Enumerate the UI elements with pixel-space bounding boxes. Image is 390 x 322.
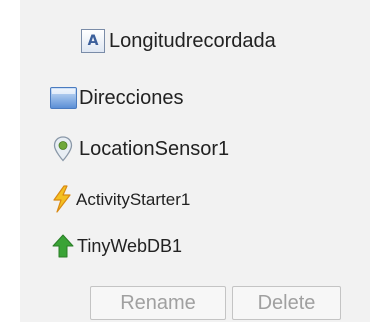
tree-item-label: LocationSensor1 bbox=[79, 138, 230, 160]
tree-item-tinywebdb1[interactable]: TinyWebDB1 bbox=[52, 234, 182, 258]
delete-button[interactable]: Delete bbox=[232, 286, 341, 320]
tree-item-longitudrecordada[interactable]: A Longitudrecordada bbox=[81, 29, 276, 53]
arrangement-icon bbox=[50, 87, 77, 109]
rename-button[interactable]: Rename bbox=[90, 286, 226, 320]
tree-item-label: ActivityStarter1 bbox=[76, 189, 191, 209]
tree-item-locationsensor1[interactable]: LocationSensor1 bbox=[53, 136, 229, 162]
lightning-bolt-icon bbox=[51, 185, 73, 213]
tree-item-label: Direcciones bbox=[79, 87, 184, 109]
tree-item-label: TinyWebDB1 bbox=[77, 236, 183, 256]
tree-item-direcciones[interactable]: Direcciones bbox=[50, 87, 183, 109]
tree-item-label: Longitudrecordada bbox=[109, 30, 276, 52]
green-up-arrow-icon bbox=[52, 234, 74, 258]
location-pin-icon bbox=[53, 136, 73, 162]
components-panel: A Longitudrecordada Direcciones Location… bbox=[20, 0, 370, 322]
label-icon: A bbox=[81, 29, 105, 53]
tree-item-activitystarter1[interactable]: ActivityStarter1 bbox=[51, 185, 190, 213]
